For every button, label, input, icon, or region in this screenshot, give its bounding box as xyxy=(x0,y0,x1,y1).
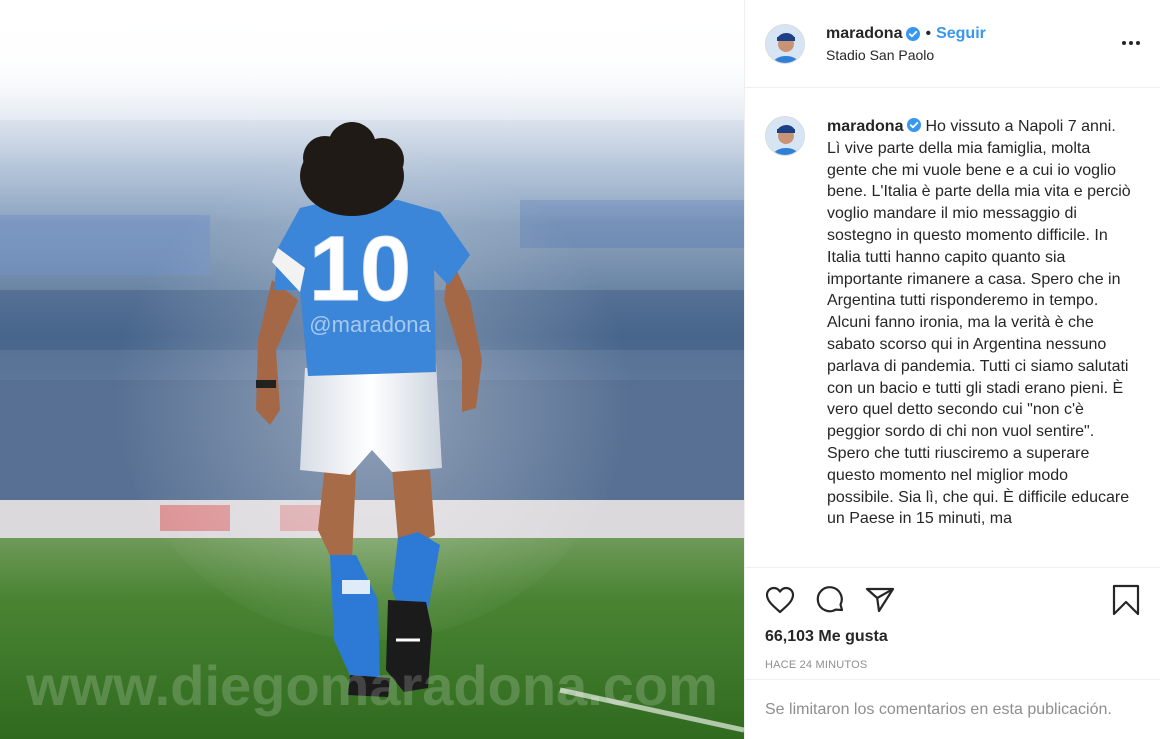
verified-badge-icon xyxy=(906,26,921,41)
instagram-post: 10 @maradona www.diegomaradona.com marad… xyxy=(0,0,1160,739)
caption: maradona Ho vissuto a Napoli 7 anni. Lì v… xyxy=(765,116,1140,530)
follow-button[interactable]: Seguir xyxy=(936,25,986,43)
post-actions: 66,103 Me gusta HACE 24 MINUTOS xyxy=(745,567,1160,679)
comments-area[interactable]: maradona Ho vissuto a Napoli 7 anni. Lì v… xyxy=(745,88,1160,567)
photo-illustration: 10 @maradona www.diegomaradona.com xyxy=(0,0,744,739)
heart-icon[interactable] xyxy=(765,582,801,618)
likes-label: Me gusta xyxy=(818,628,888,645)
paper-plane-icon[interactable] xyxy=(865,582,901,618)
location-link[interactable]: Stadio San Paolo xyxy=(826,47,986,63)
avatar[interactable] xyxy=(765,23,805,64)
watermark-handle: @maradona xyxy=(309,312,431,337)
post-timestamp[interactable]: HACE 24 MINUTOS xyxy=(765,659,1140,671)
avatar-image xyxy=(766,24,804,63)
caption-body: Ho vissuto a Napoli 7 anni. Lì vive part… xyxy=(827,118,1131,528)
comment-icon[interactable] xyxy=(815,582,851,618)
separator-dot: • xyxy=(925,24,932,42)
caption-text: maradona Ho vissuto a Napoli 7 anni. Lì v… xyxy=(827,116,1133,530)
post-photo[interactable]: 10 @maradona www.diegomaradona.com xyxy=(0,0,744,739)
caption-avatar[interactable] xyxy=(765,116,805,156)
header-meta: maradona • Seguir Stadio San Paolo xyxy=(826,25,986,63)
bookmark-icon[interactable] xyxy=(1104,582,1140,618)
watermark-url: www.diegomaradona.com xyxy=(25,654,718,717)
verified-badge-icon xyxy=(907,117,922,132)
caption-username[interactable]: maradona xyxy=(827,118,903,135)
likes-count[interactable]: 66,103 Me gusta xyxy=(765,628,1140,646)
comments-disabled-notice: Se limitaron los comentarios en esta pub… xyxy=(745,679,1160,739)
post-header: maradona • Seguir Stadio San Paolo xyxy=(745,0,1160,88)
three-dots-icon[interactable] xyxy=(1118,30,1144,56)
jersey-number: 10 xyxy=(309,218,411,320)
username-link[interactable]: maradona xyxy=(826,25,902,43)
post-sidebar: maradona • Seguir Stadio San Paolo marad… xyxy=(744,0,1160,739)
likes-number: 66,103 xyxy=(765,628,814,645)
action-icons xyxy=(765,568,1140,630)
avatar-image xyxy=(766,117,804,155)
